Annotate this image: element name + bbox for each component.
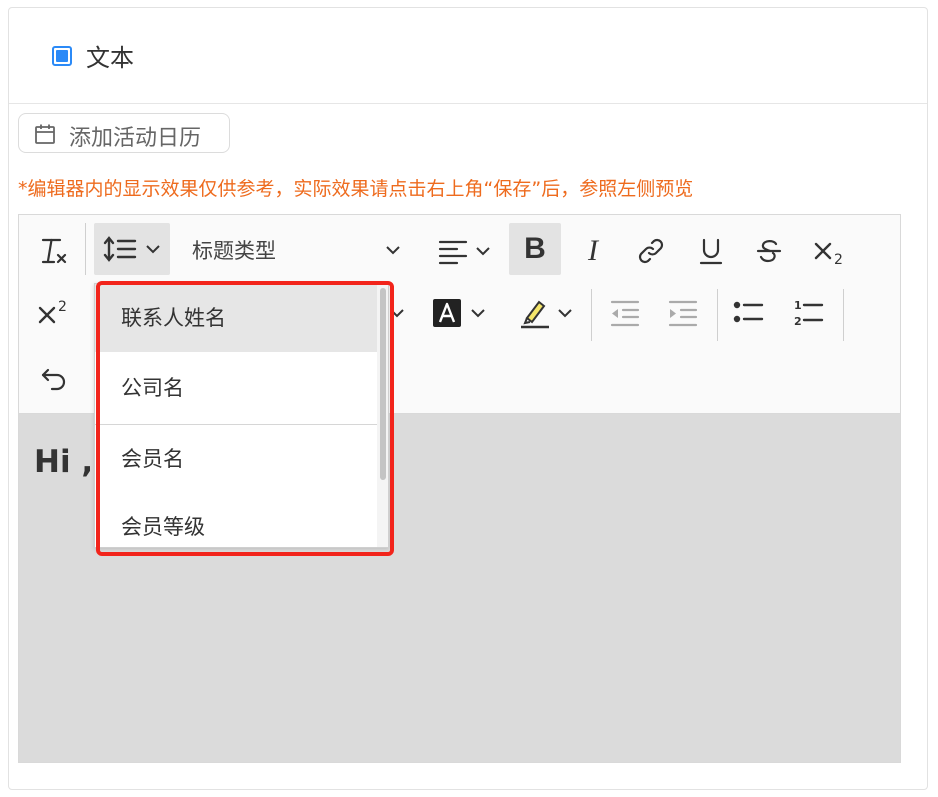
svg-text:2: 2 <box>794 315 802 328</box>
numbered-list-button[interactable]: 1 2 <box>787 291 831 335</box>
bullet-list-icon <box>733 299 765 327</box>
preview-warning-text: *编辑器内的显示效果仅供参考，实际效果请点击右上角“保存”后，参照左侧预览 <box>18 178 694 200</box>
underline-icon <box>696 236 726 266</box>
dropdown-item-member-name[interactable]: 会员名 <box>95 425 377 493</box>
highlight-button[interactable] <box>509 291 581 335</box>
superscript-icon: 2 <box>36 298 70 328</box>
line-height-icon <box>103 234 139 264</box>
strikethrough-icon <box>754 236 784 266</box>
strikethrough-button[interactable] <box>747 229 791 273</box>
svg-text:2: 2 <box>834 252 843 266</box>
bold-icon: B <box>524 232 546 265</box>
toolbar-separator <box>843 289 844 341</box>
subscript-button[interactable]: 2 <box>807 229 851 273</box>
chevron-down-icon <box>557 305 573 321</box>
module-header: 文本 <box>9 8 927 104</box>
numbered-list-icon: 1 2 <box>793 298 825 328</box>
toolbar-separator <box>717 289 718 341</box>
text-checkbox[interactable] <box>52 46 72 66</box>
clear-format-button[interactable] <box>31 229 75 273</box>
dropdown-item-member-level[interactable]: 会员等级 <box>95 493 377 547</box>
svg-text:1: 1 <box>794 299 802 312</box>
variable-dropdown-menu: 联系人姓名 公司名 会员名 会员等级 <box>94 283 389 548</box>
toolbar-separator <box>85 223 86 275</box>
bold-button[interactable]: B <box>509 223 561 275</box>
outdent-button[interactable] <box>603 291 647 335</box>
dropdown-item-company-name[interactable]: 公司名 <box>95 354 377 422</box>
calendar-icon <box>33 122 57 150</box>
chevron-down-icon <box>385 242 401 258</box>
dropdown-scrollbar[interactable] <box>377 284 388 547</box>
align-button[interactable] <box>429 229 499 273</box>
chevron-down-icon <box>389 305 405 321</box>
editor-content-text: Hi , <box>34 444 94 480</box>
toolbar-separator <box>591 289 592 341</box>
line-height-button[interactable] <box>94 223 170 275</box>
italic-icon: I <box>588 234 598 267</box>
module-title: 文本 <box>86 44 134 72</box>
superscript-button[interactable]: 2 <box>31 291 75 335</box>
subscript-icon: 2 <box>812 236 846 266</box>
highlight-icon <box>517 296 551 330</box>
link-icon <box>636 236 666 266</box>
chevron-down-icon <box>475 243 491 259</box>
undo-button[interactable] <box>31 357 75 401</box>
chevron-down-icon <box>470 305 486 321</box>
align-icon <box>437 237 469 265</box>
indent-button[interactable] <box>661 291 705 335</box>
chevron-down-icon <box>145 241 161 257</box>
heading-type-dropdown-toggle[interactable] <box>381 237 405 263</box>
clear-format-icon <box>36 234 70 268</box>
italic-button[interactable]: I <box>571 229 615 273</box>
add-event-calendar-button[interactable]: 添加活动日历 <box>18 113 230 153</box>
link-button[interactable] <box>629 229 673 273</box>
font-color-button[interactable] <box>423 291 495 335</box>
underline-button[interactable] <box>689 229 733 273</box>
undo-icon <box>38 364 68 394</box>
svg-text:2: 2 <box>58 299 67 315</box>
heading-type-select[interactable]: 标题类型 <box>192 235 276 265</box>
font-color-icon <box>432 298 462 328</box>
outdent-icon <box>609 298 641 328</box>
bullet-list-button[interactable] <box>727 291 771 335</box>
checkbox-fill <box>56 50 68 62</box>
dropdown-item-contact-name[interactable]: 联系人姓名 <box>95 284 377 352</box>
add-event-calendar-label: 添加活动日历 <box>69 126 202 151</box>
indent-icon <box>667 298 699 328</box>
dropdown-scroll-thumb[interactable] <box>380 288 386 480</box>
